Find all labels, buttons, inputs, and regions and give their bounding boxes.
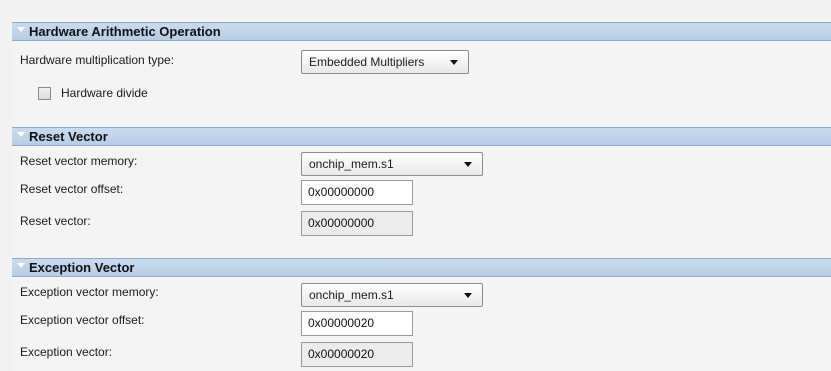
section-title: Reset Vector <box>29 129 108 144</box>
exception-vector-memory-label: Exception vector memory: <box>20 285 159 299</box>
hardware-multiplication-type-select[interactable]: Embedded Multipliers <box>301 50 469 74</box>
select-value: onchip_mem.s1 <box>309 157 394 171</box>
reset-vector-memory-label: Reset vector memory: <box>20 154 138 168</box>
exception-vector-memory-select[interactable]: onchip_mem.s1 <box>301 283 483 307</box>
chevron-down-icon <box>464 293 472 298</box>
exception-vector-label: Exception vector: <box>20 345 113 359</box>
section-title: Hardware Arithmetic Operation <box>29 24 221 39</box>
reset-vector-value-field: 0x00000000 <box>301 211 413 236</box>
collapse-triangle-icon[interactable] <box>17 263 25 268</box>
collapse-triangle-icon[interactable] <box>17 27 25 32</box>
section-header-reset-vector[interactable]: Reset Vector <box>12 127 831 146</box>
section-title: Exception Vector <box>29 260 135 275</box>
chevron-down-icon <box>450 60 458 65</box>
reset-vector-offset-label: Reset vector offset: <box>20 182 124 196</box>
select-value: Embedded Multipliers <box>309 55 425 69</box>
nios-settings-panel: Hardware Arithmetic Operation Hardware m… <box>12 18 831 371</box>
section-header-exception-vector[interactable]: Exception Vector <box>12 258 831 277</box>
exception-vector-offset-input[interactable]: 0x00000020 <box>301 311 413 336</box>
collapse-triangle-icon[interactable] <box>17 132 25 137</box>
hardware-divide-label: Hardware divide <box>61 86 148 100</box>
exception-vector-offset-label: Exception vector offset: <box>20 313 145 327</box>
reset-vector-offset-input[interactable]: 0x00000000 <box>301 180 413 205</box>
chevron-down-icon <box>464 162 472 167</box>
select-value: onchip_mem.s1 <box>309 288 394 302</box>
section-header-hardware-arithmetic[interactable]: Hardware Arithmetic Operation <box>12 22 831 41</box>
hardware-multiplication-type-label: Hardware multiplication type: <box>20 53 175 67</box>
exception-vector-value-field: 0x00000020 <box>301 342 413 367</box>
hardware-divide-checkbox[interactable] <box>38 87 51 100</box>
reset-vector-label: Reset vector: <box>20 214 91 228</box>
reset-vector-memory-select[interactable]: onchip_mem.s1 <box>301 152 483 176</box>
